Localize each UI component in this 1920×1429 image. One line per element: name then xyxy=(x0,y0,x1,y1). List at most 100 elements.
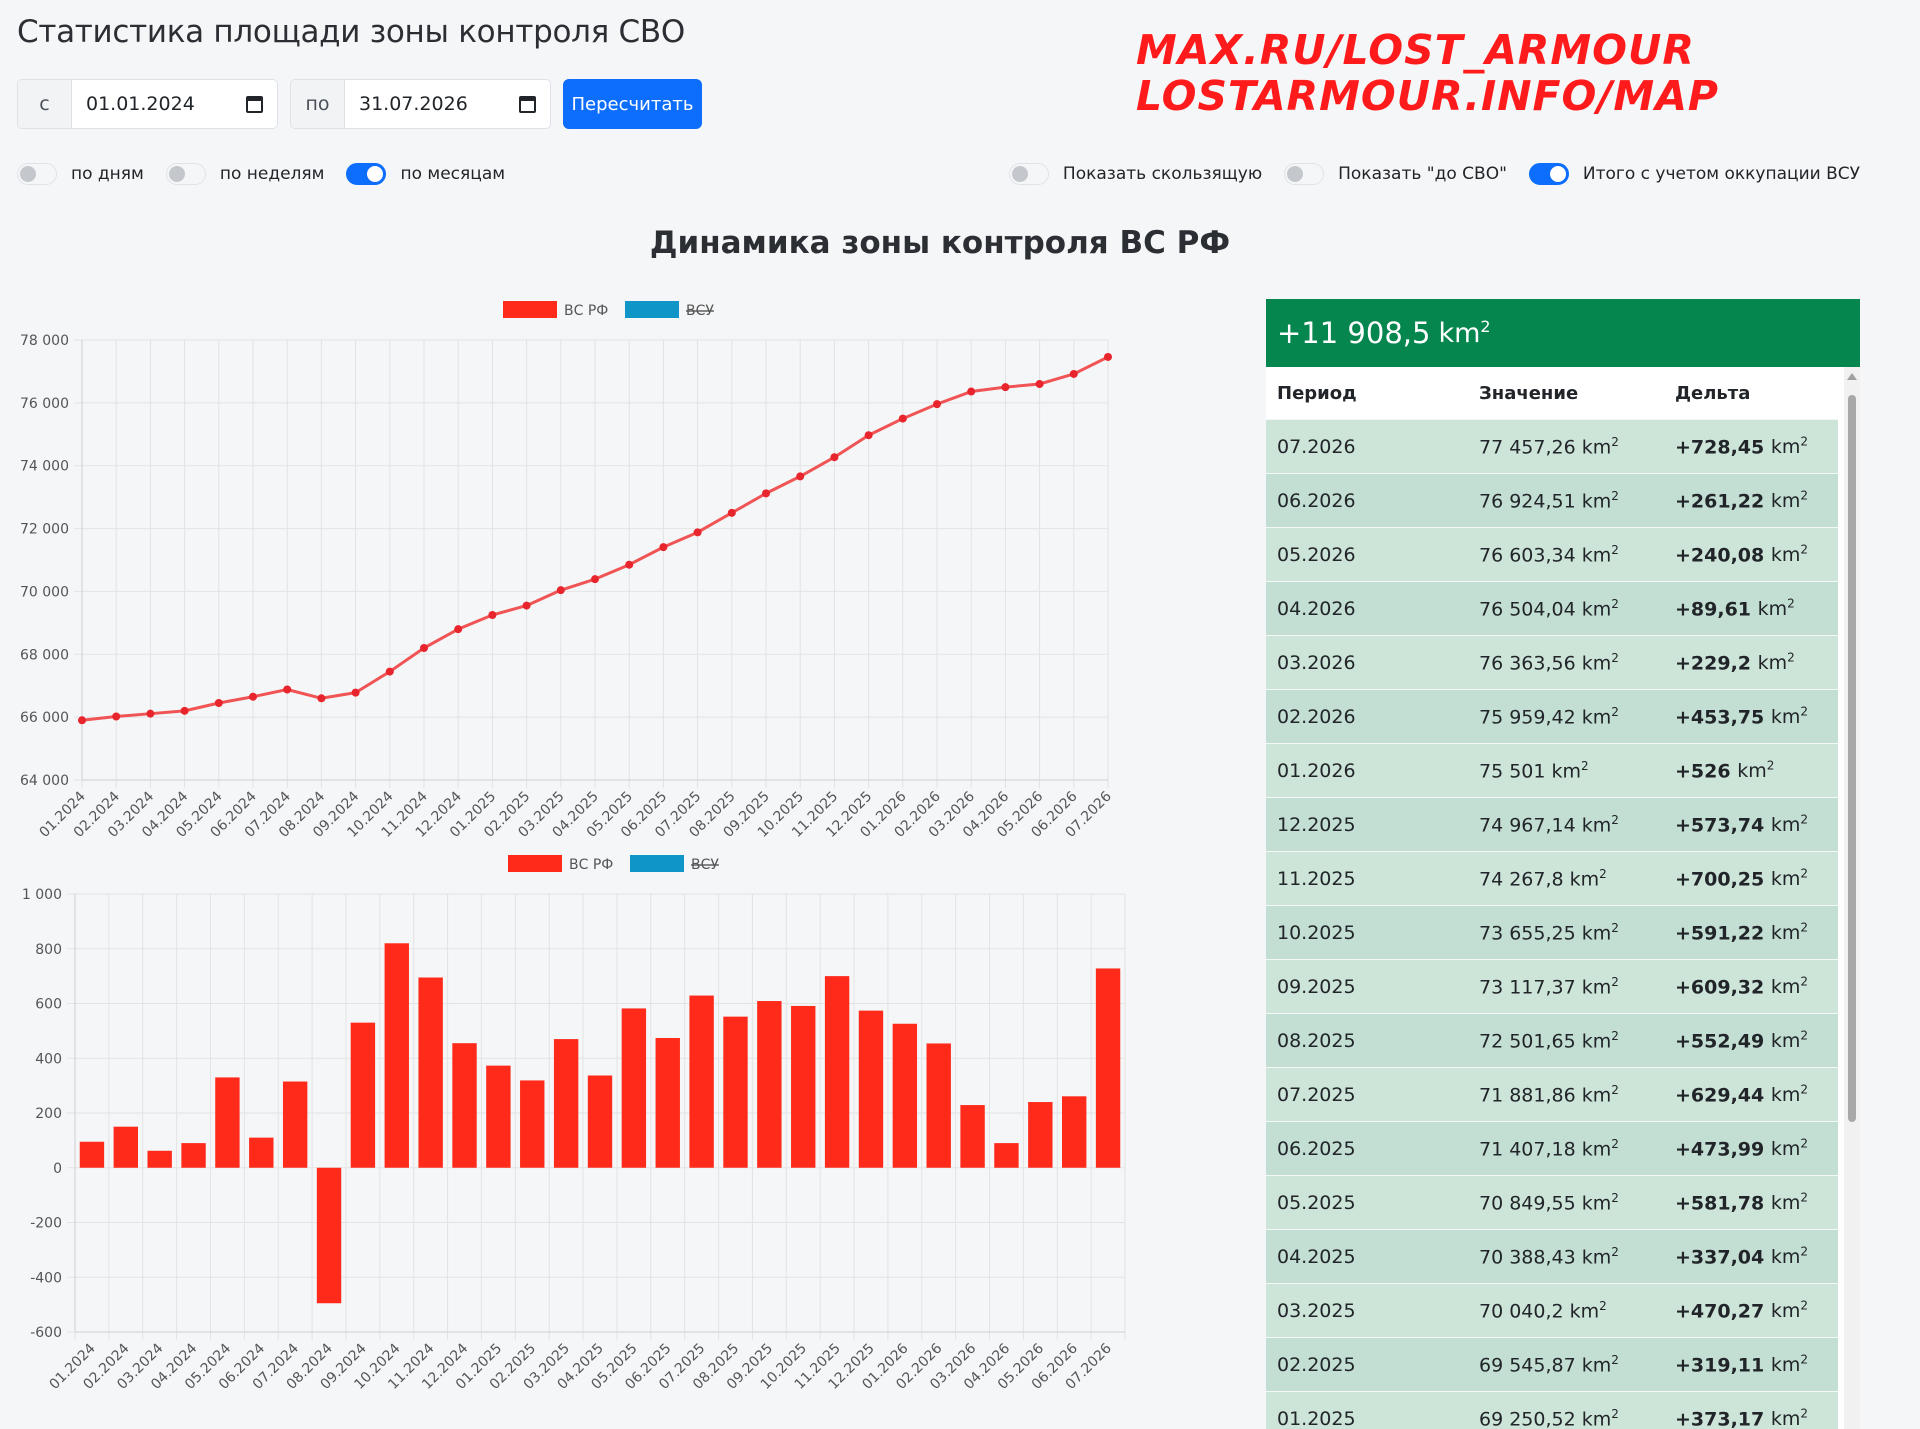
data-point xyxy=(78,716,86,725)
chart-title: Динамика зоны контроля ВС РФ xyxy=(649,225,1231,261)
legend-label: ВС РФ xyxy=(569,857,613,873)
bar xyxy=(486,1065,511,1168)
column-header-period[interactable]: Период xyxy=(1266,367,1468,420)
data-point xyxy=(659,543,668,552)
legend-swatch xyxy=(625,301,679,318)
table-row: 05.2026 76 603,34 km2 +240,08 km2 xyxy=(1266,527,1838,582)
line-chart: 64 000 66 000 68 000 70 000 72 000 74 000 76 0… xyxy=(20,301,1115,841)
toggle-total-with-occupation[interactable]: Итого с учетом оккупации ВСУ xyxy=(1528,163,1860,185)
cell-delta: +700,25 km2 xyxy=(1664,851,1838,906)
calendar-icon[interactable] xyxy=(246,95,263,113)
table-row: 04.2026 76 504,04 km2 +89,61 km2 xyxy=(1266,581,1838,636)
bar-chart: -600-400-20002004006008001 00001.202402.… xyxy=(22,855,1126,1393)
legend-label: ВС РФ xyxy=(564,303,608,319)
toggle-switch[interactable] xyxy=(1284,163,1325,185)
cell-period: 03.2025 xyxy=(1266,1283,1468,1338)
bar xyxy=(181,1143,206,1168)
column-header-value[interactable]: Значение xyxy=(1468,367,1664,420)
bar xyxy=(587,1075,613,1168)
cell-value: 70 040,2 km2 xyxy=(1468,1283,1664,1338)
toggle-label: Показать скользящую xyxy=(1062,164,1263,184)
legend-swatch xyxy=(508,855,562,872)
cell-delta: +526 km2 xyxy=(1664,743,1838,798)
cell-delta: +473,99 km2 xyxy=(1664,1121,1838,1176)
y-tick-label: 76 000 xyxy=(20,396,69,412)
period-toggles: по дням по неделям по месяцам xyxy=(17,163,527,185)
cell-value: 77 457,26 km2 xyxy=(1468,419,1664,474)
cell-period: 01.2026 xyxy=(1266,743,1468,798)
toggle-show-before-svo[interactable]: Показать "до СВО" xyxy=(1284,163,1507,185)
data-point xyxy=(351,688,360,697)
cell-delta: +453,75 km2 xyxy=(1664,689,1838,744)
bar xyxy=(452,1043,477,1168)
data-point xyxy=(1069,369,1078,378)
display-toggles: Показать скользящую Показать "до СВО" Ит… xyxy=(987,163,1860,185)
scroll-thumb[interactable] xyxy=(1848,395,1856,1122)
toggle-by-days[interactable]: по дням xyxy=(17,163,144,185)
toggle-label: по месяцам xyxy=(400,164,506,184)
table-row: 01.2025 69 250,52 km2 +373,17 km2 xyxy=(1266,1391,1838,1429)
data-point xyxy=(933,400,941,409)
cell-period: 04.2026 xyxy=(1266,581,1468,636)
watermark-line-1: MAX.RU/LOST_ARMOUR xyxy=(1136,26,1695,74)
y-tick-label: 64 000 xyxy=(20,773,69,789)
y-tick-label: 70 000 xyxy=(20,584,69,600)
data-point xyxy=(488,611,497,619)
toggle-by-months[interactable]: по месяцам xyxy=(346,163,505,185)
y-tick-label: 68 000 xyxy=(20,647,69,663)
y-tick-label: 400 xyxy=(35,1051,62,1067)
table-row: 03.2026 76 363,56 km2 +229,2 km2 xyxy=(1266,635,1838,690)
data-point xyxy=(762,489,770,498)
calendar-icon[interactable] xyxy=(519,95,536,113)
toggle-switch[interactable] xyxy=(1008,163,1049,185)
toggle-by-weeks[interactable]: по неделям xyxy=(165,163,324,185)
cell-value: 75 501 km2 xyxy=(1468,743,1664,798)
bar xyxy=(79,1141,105,1168)
cell-delta: +573,74 km2 xyxy=(1664,797,1838,852)
bar xyxy=(994,1143,1019,1168)
cell-period: 05.2026 xyxy=(1266,527,1468,582)
toggle-switch[interactable] xyxy=(17,163,57,185)
bar xyxy=(113,1126,138,1168)
y-tick-label: -600 xyxy=(30,1325,62,1341)
cell-value: 69 250,52 km2 xyxy=(1468,1391,1664,1429)
scroll-up-arrow[interactable] xyxy=(1847,373,1857,380)
cell-period: 01.2025 xyxy=(1266,1391,1468,1429)
date-from-input[interactable]: 01.01.2024 xyxy=(72,80,277,128)
cell-value: 76 363,56 km2 xyxy=(1468,635,1664,690)
cell-value: 71 407,18 km2 xyxy=(1468,1121,1664,1176)
table-row: 11.2025 74 267,8 km2 +700,25 km2 xyxy=(1266,851,1838,906)
data-point xyxy=(625,560,634,569)
delta-table-panel[interactable]: Период Значение Дельта 07.2026 77 457,26 … xyxy=(1266,367,1860,1429)
cell-value: 74 267,8 km2 xyxy=(1468,851,1664,906)
y-tick-label: 74 000 xyxy=(20,459,69,475)
cell-period: 07.2025 xyxy=(1266,1067,1468,1122)
data-point xyxy=(1001,383,1010,392)
toggle-switch[interactable] xyxy=(1528,163,1569,185)
cell-value: 75 959,42 km2 xyxy=(1468,689,1664,744)
data-point xyxy=(1104,352,1112,361)
bar xyxy=(892,1023,918,1168)
data-point xyxy=(454,625,463,634)
toggle-switch[interactable] xyxy=(346,163,387,185)
column-header-delta[interactable]: Дельта xyxy=(1664,367,1838,420)
recalculate-button[interactable]: Пересчитать xyxy=(563,79,702,129)
table-row: 01.2026 75 501 km2 +526 km2 xyxy=(1266,743,1838,798)
data-point xyxy=(864,431,873,440)
cell-delta: +552,49 km2 xyxy=(1664,1013,1838,1068)
cell-value: 76 603,34 km2 xyxy=(1468,527,1664,582)
toggle-show-moving[interactable]: Показать скользящую xyxy=(1008,163,1263,185)
bar xyxy=(689,995,714,1168)
cell-period: 12.2025 xyxy=(1266,797,1468,852)
table-scrollbar[interactable] xyxy=(1844,367,1860,1429)
data-point xyxy=(591,575,599,584)
cell-delta: +609,32 km2 xyxy=(1664,959,1838,1014)
toggle-switch[interactable] xyxy=(165,163,206,185)
bar xyxy=(282,1081,308,1168)
cell-delta: +629,44 km2 xyxy=(1664,1067,1838,1122)
date-to-input[interactable]: 31.07.2026 xyxy=(345,80,550,128)
date-from-group: с 01.01.2024 xyxy=(17,79,278,129)
y-tick-label: -200 xyxy=(30,1216,62,1232)
bar xyxy=(824,976,850,1168)
cell-delta: +581,78 km2 xyxy=(1664,1175,1838,1230)
